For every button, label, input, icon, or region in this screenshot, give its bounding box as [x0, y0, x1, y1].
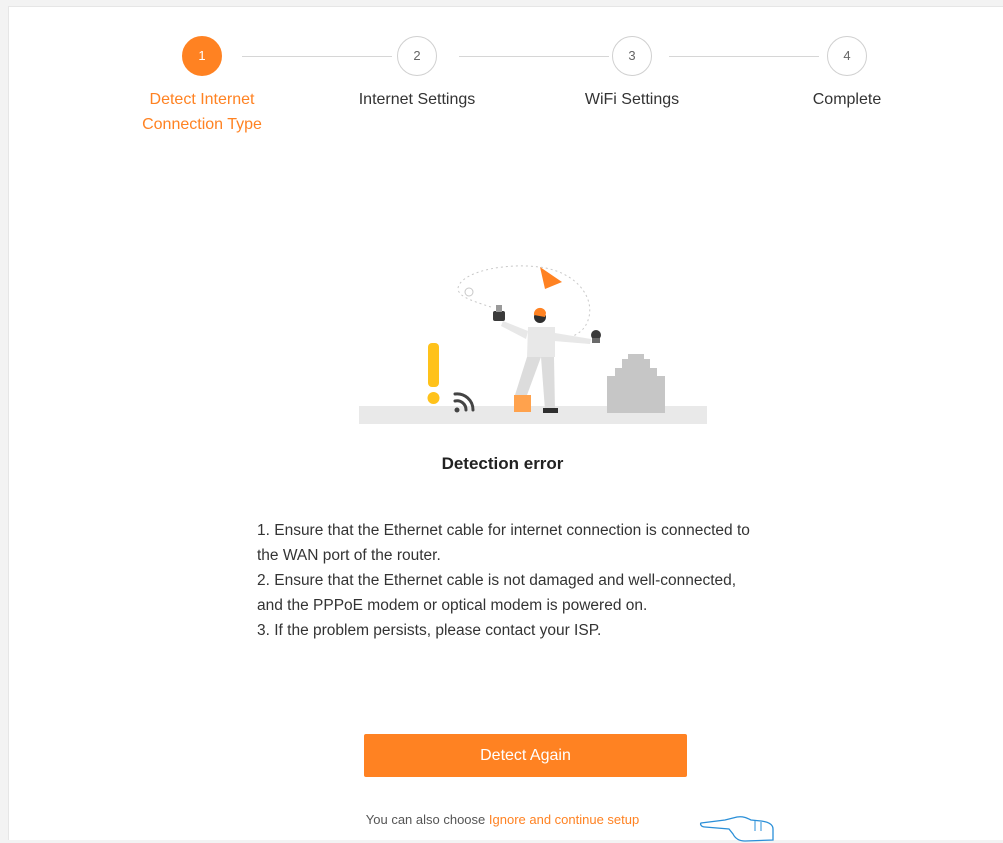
orange-triangle-shape — [540, 267, 562, 289]
step-connector — [459, 56, 609, 57]
cable-loop — [464, 287, 474, 297]
step-1-label-line2: Connection Type — [142, 116, 262, 133]
step-1-circle: 1 — [182, 36, 222, 76]
alternative-option-text: You can also choose Ignore and continue … — [1, 812, 1003, 827]
setup-wizard-card: 1 2 3 4 Detect Internet Connection Type … — [8, 6, 1003, 842]
step-3-label: WiFi Settings — [584, 91, 680, 108]
step-connector — [242, 56, 392, 57]
alternative-prefix: You can also choose — [365, 812, 489, 827]
step-4-circle: 4 — [827, 36, 867, 76]
ethernet-port-icon — [607, 354, 665, 413]
step-2-label: Internet Settings — [358, 91, 476, 108]
dotted-cable — [457, 265, 591, 339]
setup-stepper: 1 2 3 4 Detect Internet Connection Type … — [9, 7, 1003, 157]
ignore-and-continue-link[interactable]: Ignore and continue setup — [489, 812, 639, 827]
tip-1: 1. Ensure that the Ethernet cable for in… — [257, 522, 750, 564]
step-1-label-line1: Detect Internet — [149, 91, 255, 108]
warning-exclamation-icon — [427, 343, 440, 404]
orange-box-shape — [514, 395, 531, 412]
step-4-label: Complete — [812, 91, 882, 108]
detect-again-button[interactable]: Detect Again — [364, 734, 687, 777]
step-connector — [669, 56, 819, 57]
detection-error-illustration — [359, 265, 707, 424]
tip-2: 2. Ensure that the Ethernet cable is not… — [257, 572, 737, 614]
step-1-label: Detect Internet Connection Type — [112, 87, 292, 137]
person-figure — [493, 305, 601, 413]
troubleshooting-tips: 1. Ensure that the Ethernet cable for in… — [257, 518, 757, 643]
step-3-circle: 3 — [612, 36, 652, 76]
detection-error-title: Detection error — [441, 454, 564, 473]
step-2-circle: 2 — [397, 36, 437, 76]
tip-3: 3. If the problem persists, please conta… — [257, 622, 602, 639]
